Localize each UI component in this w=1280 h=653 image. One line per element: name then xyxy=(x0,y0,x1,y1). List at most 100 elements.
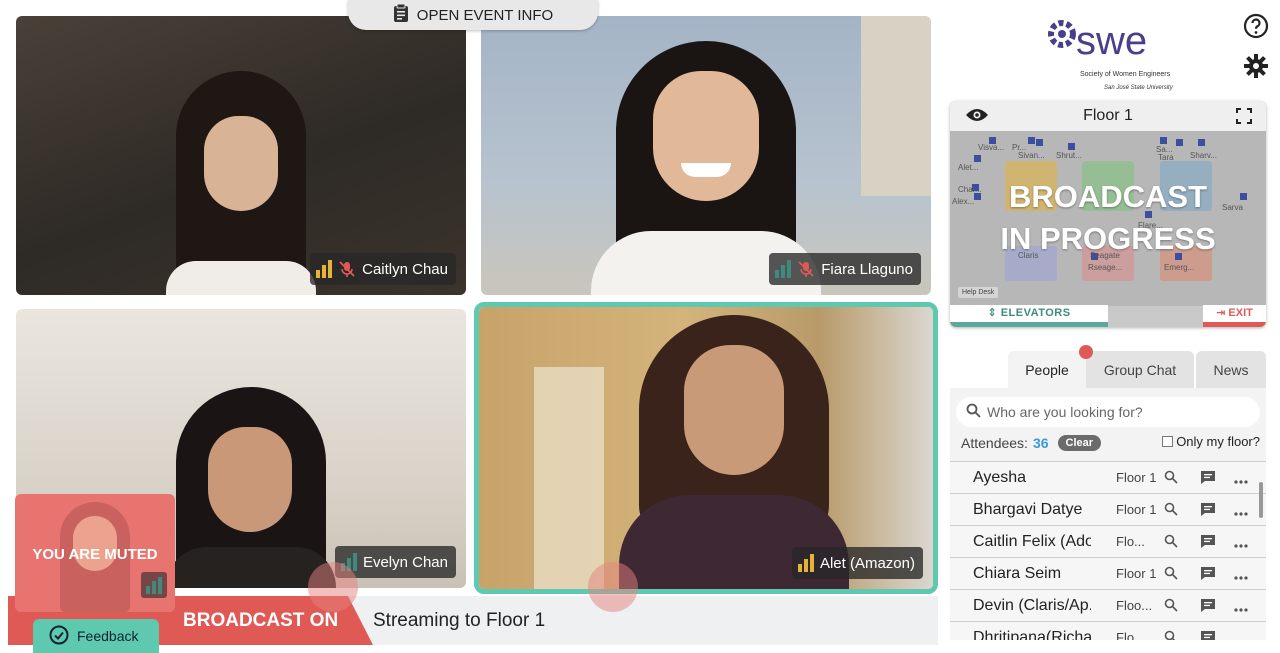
person-name: Bhargavi Datye xyxy=(973,500,1083,518)
person-floor: Flo... xyxy=(1116,630,1145,640)
search-icon[interactable] xyxy=(1164,566,1178,585)
list-item[interactable]: Ayesha Floor 1 xyxy=(950,461,1266,493)
person-floor: Floor 1 xyxy=(1116,470,1156,485)
sidebar-tabs: People Group Chat News xyxy=(1008,351,1266,388)
people-list-scrollbar[interactable] xyxy=(1259,482,1263,518)
exit-label: EXIT xyxy=(1228,307,1253,319)
search-icon[interactable] xyxy=(1164,502,1178,521)
person-name: Dhritipana(Richa) xyxy=(973,628,1091,641)
clear-button[interactable]: Clear xyxy=(1057,435,1102,451)
person-floor: Floor 1 xyxy=(1116,566,1156,581)
mic-muted-icon xyxy=(797,260,815,278)
feedback-label: Feedback xyxy=(77,628,139,644)
open-event-info-button[interactable]: OPEN EVENT INFO xyxy=(348,0,598,30)
participant-name: Evelyn Chan xyxy=(362,553,448,571)
map-label: Tara xyxy=(1158,153,1174,162)
self-video-preview[interactable]: YOU ARE MUTED xyxy=(15,494,175,612)
gear-icon[interactable] xyxy=(1242,52,1270,80)
name-chip: Caitlyn Chau xyxy=(310,253,456,285)
svg-text:San José State University: San José State University xyxy=(1104,85,1174,91)
more-options-icon[interactable] xyxy=(1234,631,1248,640)
list-item[interactable]: Caitlin Felix (Ado... Flo... xyxy=(950,525,1266,557)
only-my-floor-checkbox[interactable] xyxy=(1162,436,1174,447)
tab-group-chat[interactable]: Group Chat xyxy=(1086,351,1194,388)
search-input[interactable]: Who are you looking for? xyxy=(987,404,1143,420)
clipboard-icon xyxy=(393,3,409,26)
list-item[interactable]: Bhargavi Datye Floor 1 xyxy=(950,493,1266,525)
mic-muted-icon xyxy=(308,562,358,612)
swe-logo-text: swe xyxy=(1076,19,1147,63)
signal-icon xyxy=(316,260,333,278)
more-options-icon[interactable] xyxy=(1234,567,1248,585)
more-options-icon[interactable] xyxy=(1234,535,1248,553)
people-list: Ayesha Floor 1 Bhargavi Datye Floor 1 Caitli… xyxy=(950,461,1266,640)
people-panel: Who are you looking for? Attendees: 36 C… xyxy=(950,388,1266,640)
chat-bubble-icon[interactable] xyxy=(1200,566,1216,586)
only-my-floor-label: Only my floor? xyxy=(1176,434,1260,449)
person-floor: Floo... xyxy=(1116,598,1153,613)
signal-icon xyxy=(775,260,792,278)
chat-bubble-icon[interactable] xyxy=(1200,502,1216,522)
muted-label: YOU ARE MUTED xyxy=(32,546,158,563)
person-name: Caitlin Felix (Ado... xyxy=(973,532,1091,550)
exit-button[interactable]: ⇥ EXIT xyxy=(1203,305,1266,327)
chat-bubble-icon[interactable] xyxy=(1200,630,1216,640)
mic-muted-icon xyxy=(338,260,356,278)
person-name: Devin (Claris/Ap... xyxy=(973,596,1091,614)
chat-bubble-icon[interactable] xyxy=(1200,534,1216,554)
signal-icon xyxy=(141,572,167,598)
map-label: Rseage... xyxy=(1088,263,1123,272)
name-chip: Alet (Amazon) xyxy=(791,547,923,579)
mic-muted-icon xyxy=(588,562,638,612)
participant-name: Fiara Llaguno xyxy=(821,260,913,278)
video-tile-fiara[interactable]: Fiara Llaguno xyxy=(481,16,931,295)
map-label: Sharv... xyxy=(1190,151,1217,160)
video-tile-caitlyn[interactable]: Caitlyn Chau xyxy=(16,16,466,295)
only-my-floor-toggle[interactable]: Only my floor? xyxy=(1162,434,1260,449)
map-label: Visva... xyxy=(978,143,1005,152)
chevron-up-down-icon: ⇕ xyxy=(987,307,1001,319)
people-search-box[interactable]: Who are you looking for? xyxy=(956,397,1260,427)
elevators-button[interactable]: ⇕ ELEVATORS xyxy=(950,305,1108,327)
person-floor: Flo... xyxy=(1116,534,1145,549)
notification-dot xyxy=(1079,345,1093,359)
map-label: Sivan... xyxy=(1018,151,1045,160)
feedback-button[interactable]: Feedback xyxy=(33,619,159,653)
exit-door-icon: ⇥ xyxy=(1216,307,1229,319)
svg-text:Society of Women Engineers: Society of Women Engineers xyxy=(1080,71,1171,78)
participant-name: Alet (Amazon) xyxy=(819,554,915,572)
help-icon[interactable] xyxy=(1242,12,1270,40)
streaming-status: Streaming to Floor 1 xyxy=(373,610,546,631)
search-icon[interactable] xyxy=(1164,598,1178,617)
person-name: Chiara Seim xyxy=(973,564,1062,582)
list-item[interactable]: Chiara Seim Floor 1 xyxy=(950,557,1266,589)
list-item[interactable]: Devin (Claris/Ap... Floo... xyxy=(950,589,1266,621)
search-icon[interactable] xyxy=(1164,630,1178,640)
list-item[interactable]: Dhritipana(Richa) Flo... xyxy=(950,621,1266,640)
tab-people[interactable]: People xyxy=(1008,351,1086,388)
attendees-row: Attendees: 36 Clear xyxy=(961,435,1102,451)
check-circle-icon xyxy=(49,625,69,648)
attendees-label: Attendees: xyxy=(961,435,1028,451)
tab-news[interactable]: News xyxy=(1196,351,1266,388)
video-tile-alet-active-speaker[interactable]: Alet (Amazon) xyxy=(474,302,938,594)
participant-name: Caitlyn Chau xyxy=(362,260,448,278)
chat-bubble-icon[interactable] xyxy=(1200,470,1216,490)
app-window: Caitlyn Chau Fiara Llaguno Evelyn Chan A… xyxy=(0,0,1280,653)
more-options-icon[interactable] xyxy=(1234,503,1248,521)
person-floor: Floor 1 xyxy=(1116,502,1156,517)
search-icon[interactable] xyxy=(1164,470,1178,489)
open-event-info-label: OPEN EVENT INFO xyxy=(416,6,554,24)
chat-bubble-icon[interactable] xyxy=(1200,598,1216,618)
map-label: Emerg... xyxy=(1164,263,1195,272)
map-label: Shrut... xyxy=(1056,151,1082,160)
fullscreen-icon[interactable] xyxy=(1236,108,1252,129)
more-options-icon[interactable] xyxy=(1234,599,1248,617)
search-icon[interactable] xyxy=(1164,534,1178,553)
swe-logo: swe Society of Women Engineers San José … xyxy=(1044,14,1174,94)
person-name: Ayesha xyxy=(973,468,1027,486)
more-options-icon[interactable] xyxy=(1234,471,1248,489)
map-label: Alet... xyxy=(958,163,979,172)
help-desk-room[interactable]: Help Desk xyxy=(958,287,999,298)
search-icon xyxy=(966,403,981,421)
